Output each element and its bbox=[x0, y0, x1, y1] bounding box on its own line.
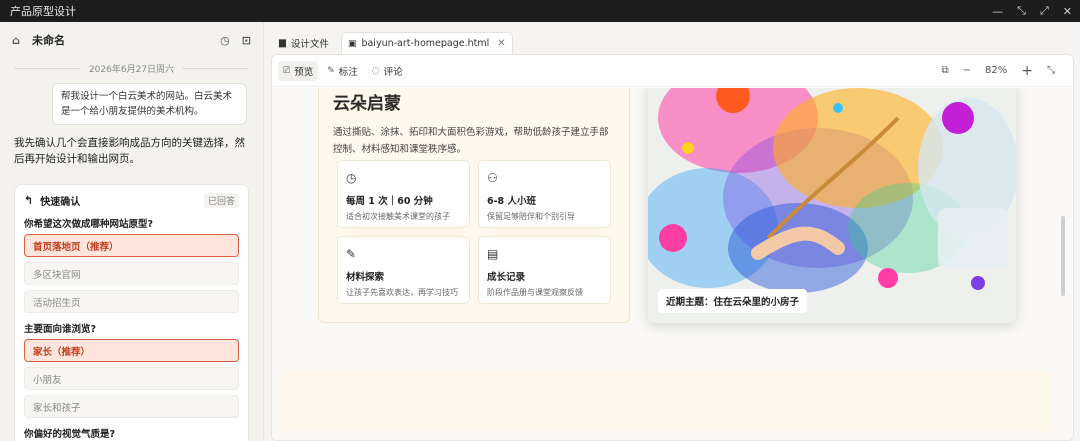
feature-materials: ✎ 材料探索 让孩子先喜欢表达，再学习技巧 bbox=[337, 236, 470, 304]
comment-icon: ◌ bbox=[371, 65, 380, 76]
next-section bbox=[282, 371, 1052, 431]
project-name[interactable]: 未命名 bbox=[32, 32, 65, 48]
feature-grid: ◷ 每周 1 次｜60 分钟 适合初次接触美术课堂的孩子 ⚇ 6-8 人小班 保… bbox=[337, 160, 613, 304]
zoom-out-icon[interactable]: − bbox=[963, 65, 971, 76]
folder-icon: ▆ bbox=[279, 38, 286, 48]
divider-line bbox=[14, 68, 81, 69]
file-icon: ▣ bbox=[347, 38, 357, 49]
feature-desc: 让孩子先喜欢表达，再学习技巧 bbox=[346, 288, 458, 297]
comment-label: 评论 bbox=[383, 66, 403, 78]
quick-confirm-card: ↰ 快速确认 已回答 你希望这次做成哪种网站原型? 首页落地页（推荐） 多区块官… bbox=[14, 184, 249, 441]
zoom-controls: ⧉ − 82% + ⤡ bbox=[942, 63, 1068, 79]
course-card: 云朵启蒙 通过撕贴、涂抹、拓印和大面积色彩游戏，帮助低龄孩子建立手部控制、材料感… bbox=[318, 88, 630, 323]
tab-design-files[interactable]: ▆ 设计文件 bbox=[273, 32, 335, 54]
close-window-icon[interactable]: ✕ bbox=[1063, 5, 1072, 18]
window-controls: — ⤡ ⤢ ✕ bbox=[992, 0, 1072, 22]
brush-icon: ✎ bbox=[346, 247, 357, 261]
feature-title: 材料探索 bbox=[346, 272, 385, 283]
option-parents-and-kids[interactable]: 家长和孩子 bbox=[24, 395, 239, 418]
option-campaign-page[interactable]: 活动招生页 bbox=[24, 290, 239, 313]
artwork-photo: 近期主题：住在云朵里的小房子 bbox=[648, 88, 1016, 323]
tab-label: baiyun-art-homepage.html bbox=[361, 38, 490, 49]
minimize-icon[interactable]: — bbox=[992, 5, 1003, 18]
page-preview[interactable]: 云朵启蒙 通过撕贴、涂抹、拓印和大面积色彩游戏，帮助低龄孩子建立手部控制、材料感… bbox=[272, 88, 1073, 440]
annotate-label: 标注 bbox=[338, 66, 358, 78]
window-title: 产品原型设计 bbox=[10, 5, 76, 18]
question-label: 你偏好的视觉气质是? bbox=[24, 429, 116, 440]
question-label: 你希望这次做成哪种网站原型? bbox=[24, 219, 154, 230]
shrink-icon[interactable]: ⤡ bbox=[1017, 4, 1026, 18]
new-chat-icon[interactable]: ⊡ bbox=[242, 34, 251, 47]
preview-viewer: ⎚ 预览 ✎ 标注 ◌ 评论 ⧉ − 82% + ⤡ 云朵启蒙 通过撕贴、涂抹、… bbox=[271, 54, 1074, 441]
feature-desc: 适合初次接触美术课堂的孩子 bbox=[346, 212, 450, 221]
option-parents[interactable]: 家长（推荐） bbox=[24, 339, 239, 362]
feature-schedule: ◷ 每周 1 次｜60 分钟 适合初次接触美术课堂的孩子 bbox=[337, 160, 470, 228]
collapse-icon[interactable]: ⤡ bbox=[1047, 65, 1055, 76]
tab-label: 设计文件 bbox=[290, 39, 329, 50]
back-arrow-icon[interactable]: ↰ bbox=[24, 194, 33, 207]
divider-line bbox=[182, 68, 249, 69]
preview-icon: ⎚ bbox=[283, 65, 291, 76]
feature-title: 6-8 人小班 bbox=[487, 196, 536, 207]
feature-growth-record: ▤ 成长记录 阶段作品册与课堂观察反馈 bbox=[478, 236, 611, 304]
course-title: 云朵启蒙 bbox=[333, 94, 401, 114]
clock-icon: ◷ bbox=[346, 171, 357, 185]
option-homepage-landing[interactable]: 首页落地页（推荐） bbox=[24, 234, 239, 257]
tab-homepage-html[interactable]: ▣ baiyun-art-homepage.html ✕ bbox=[340, 32, 513, 54]
option-multi-section-site[interactable]: 多区块官网 bbox=[24, 262, 239, 285]
course-description: 通过撕贴、涂抹、拓印和大面积色彩游戏，帮助低龄孩子建立手部控制、材料感知和课堂秩… bbox=[333, 127, 609, 155]
preview-button[interactable]: ⎚ 预览 bbox=[278, 60, 319, 81]
chat-sidebar: ⌂ 未命名 ◷ ⊡ 2026年6月27日周六 帮我设计一个白云美术的网站。白云美… bbox=[0, 22, 264, 441]
paint-splash-illustration bbox=[648, 88, 1016, 323]
tab-bar: ▆ 设计文件 ▣ baiyun-art-homepage.html ✕ bbox=[265, 22, 1080, 54]
assistant-reply: 我先确认几个会直接影响成品方向的关键选择，然后再开始设计和输出网页。 bbox=[14, 137, 245, 165]
feature-title: 成长记录 bbox=[487, 272, 526, 283]
zoom-level: 82% bbox=[985, 65, 1008, 76]
question-label: 主要面向谁浏览? bbox=[24, 324, 97, 335]
annotate-button[interactable]: ✎ 标注 bbox=[322, 61, 363, 81]
comment-button[interactable]: ◌ 评论 bbox=[367, 61, 408, 81]
answered-badge: 已回答 bbox=[203, 193, 239, 208]
feature-title: 每周 1 次｜60 分钟 bbox=[346, 196, 433, 207]
close-tab-icon[interactable]: ✕ bbox=[497, 38, 505, 49]
option-kids[interactable]: 小朋友 bbox=[24, 367, 239, 390]
expand-icon[interactable]: ⤢ bbox=[1040, 4, 1049, 18]
users-icon: ⚇ bbox=[487, 171, 498, 185]
date-divider: 2026年6月27日周六 bbox=[0, 62, 263, 75]
zoom-in-icon[interactable]: + bbox=[1021, 63, 1033, 79]
open-external-icon[interactable]: ⧉ bbox=[942, 65, 949, 76]
home-icon[interactable]: ⌂ bbox=[12, 34, 26, 47]
feature-desc: 阶段作品册与课堂观察反馈 bbox=[487, 288, 583, 297]
user-message: 帮我设计一个白云美术的网站。白云美术是一个给小朋友提供的美术机构。 bbox=[52, 83, 247, 125]
preview-scrollbar[interactable] bbox=[1061, 216, 1065, 296]
quick-confirm-title: 快速确认 bbox=[40, 197, 81, 208]
main-area: ▆ 设计文件 ▣ baiyun-art-homepage.html ✕ ⎚ 预览… bbox=[265, 22, 1080, 441]
quick-confirm-header: ↰ 快速确认 已回答 bbox=[24, 193, 239, 208]
feature-desc: 保留足够陪伴和个别引导 bbox=[487, 212, 575, 221]
preview-label: 预览 bbox=[294, 66, 314, 78]
sidebar-header: ⌂ 未命名 ◷ ⊡ bbox=[0, 22, 263, 58]
viewer-toolbar: ⎚ 预览 ✎ 标注 ◌ 评论 ⧉ − 82% + ⤡ bbox=[272, 55, 1073, 87]
image-caption: 近期主题：住在云朵里的小房子 bbox=[658, 289, 808, 313]
file-check-icon: ▤ bbox=[487, 247, 499, 261]
feature-class-size: ⚇ 6-8 人小班 保留足够陪伴和个别引导 bbox=[478, 160, 611, 228]
edit-icon: ✎ bbox=[327, 65, 335, 76]
chat-date: 2026年6月27日周六 bbox=[88, 65, 175, 75]
history-icon[interactable]: ◷ bbox=[220, 34, 230, 47]
window-titlebar: 产品原型设计 — ⤡ ⤢ ✕ bbox=[0, 0, 1080, 22]
